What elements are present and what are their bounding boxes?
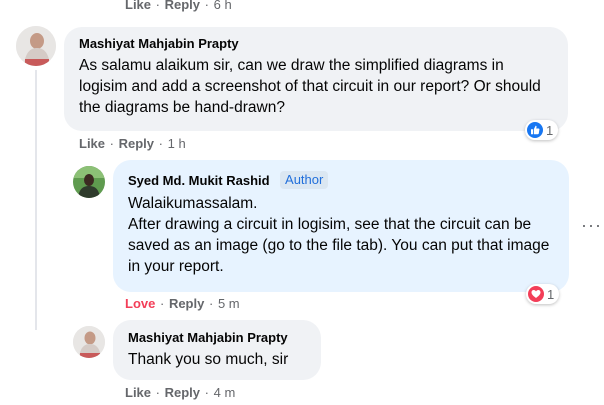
reply-author[interactable]: Mashiyat Mahjabin Prapty — [128, 330, 288, 346]
reaction-summary[interactable]: 1 — [526, 284, 560, 304]
comment-bubble: Mashiyat Mahjabin Prapty As salamu alaik… — [64, 27, 568, 131]
reply-bubble: Syed Md. Mukit Rashid Author Walaikumass… — [113, 160, 569, 292]
reply-text-line: Walaikumassalam. — [128, 195, 258, 212]
reply-actions: Love · Reply · 5 m — [125, 296, 240, 311]
comment-timestamp[interactable]: 6 h — [214, 0, 232, 12]
reply-text: After drawing a circuit in logisim, see … — [128, 216, 550, 275]
comment-timestamp[interactable]: 1 h — [168, 136, 186, 151]
author-badge: Author — [280, 171, 329, 189]
reply-bubble: Mashiyat Mahjabin Prapty Thank you so mu… — [113, 320, 321, 380]
reaction-count: 1 — [547, 286, 555, 302]
comment-actions: Like · Reply · 1 h — [79, 136, 186, 151]
avatar[interactable] — [73, 326, 105, 358]
reaction-count: 1 — [546, 122, 554, 138]
reply-link[interactable]: Reply — [119, 136, 154, 151]
like-link[interactable]: Like — [125, 385, 151, 400]
more-options-icon[interactable]: ··· — [581, 216, 602, 234]
previous-comment-actions: Like · Reply · 6 h — [125, 0, 232, 12]
avatar-image — [73, 166, 105, 198]
comment-text: As salamu alaikum sir, can we draw the s… — [79, 57, 541, 116]
love-link[interactable]: Love — [125, 296, 155, 311]
avatar-image — [73, 326, 105, 358]
avatar[interactable] — [16, 26, 56, 66]
reply-timestamp[interactable]: 5 m — [218, 296, 240, 311]
reaction-summary[interactable]: 1 — [525, 120, 559, 140]
reply-actions: Like · Reply · 4 m — [125, 385, 236, 400]
reply-link[interactable]: Reply — [165, 0, 200, 12]
like-link[interactable]: Like — [79, 136, 105, 151]
reply-timestamp[interactable]: 4 m — [214, 385, 236, 400]
reply-text: Thank you so much, sir — [128, 351, 289, 368]
comment-author[interactable]: Mashiyat Mahjabin Prapty — [79, 36, 239, 52]
thread-line — [35, 70, 37, 330]
like-reaction-icon — [527, 122, 543, 138]
love-reaction-icon — [528, 286, 544, 302]
reply-header: Syed Md. Mukit Rashid Author — [128, 171, 557, 190]
reply-author[interactable]: Syed Md. Mukit Rashid — [128, 173, 270, 189]
avatar[interactable] — [73, 166, 105, 198]
reply-link[interactable]: Reply — [165, 385, 200, 400]
reply-link[interactable]: Reply — [169, 296, 204, 311]
avatar-image — [16, 26, 56, 66]
like-link[interactable]: Like — [125, 0, 151, 12]
